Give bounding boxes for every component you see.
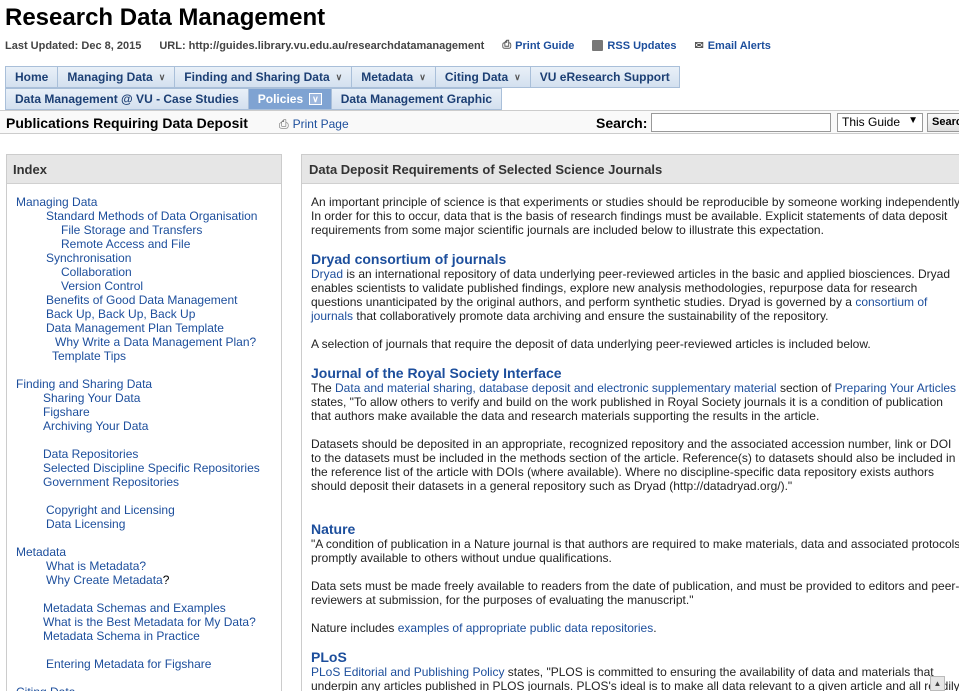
tab-data-management-vu-case-studies[interactable]: Data Management @ VU - Case Studies <box>5 88 248 110</box>
index-link[interactable]: Template Tips <box>52 349 126 363</box>
plos-heading: PLoS <box>311 649 347 665</box>
chevron-down-icon: ∨ <box>419 71 426 82</box>
guide-url: URL: http://guides.library.vu.edu.au/res… <box>159 39 485 52</box>
index-link[interactable]: File Storage and Transfers <box>61 223 202 237</box>
tab-row-1: Home Managing Data ∨ Finding and Sharing Da… <box>5 66 680 88</box>
tab-data-management-graphic[interactable]: Data Management Graphic <box>330 88 503 110</box>
index-link[interactable]: Collaboration <box>61 265 132 279</box>
dryad-link[interactable]: Dryad <box>311 267 343 281</box>
tab-managing-data[interactable]: Managing Data ∨ <box>57 66 175 88</box>
chevron-down-icon: ∨ <box>158 71 166 82</box>
search-label: Search: <box>596 115 648 131</box>
guide-title: Research Data Management <box>5 4 326 31</box>
nature-paragraph-2: Data sets must be made freely available … <box>311 579 959 607</box>
chevron-down-icon: ∨ <box>514 71 521 82</box>
index-link[interactable]: Data Repositories <box>43 447 138 461</box>
envelope-icon: ✉ <box>694 40 704 52</box>
data-sharing-link[interactable]: Data and material sharing, database depo… <box>335 381 777 395</box>
index-panel: Index Managing Data Standard Methods of D… <box>6 154 282 691</box>
tab-home[interactable]: Home <box>5 66 58 88</box>
index-link[interactable]: Entering Metadata for Figshare <box>46 657 211 671</box>
nature-paragraph: "A condition of publication in a Nature … <box>311 537 959 565</box>
chevron-down-icon: ∨ <box>309 93 322 105</box>
index-link[interactable]: Synchronisation <box>46 251 131 265</box>
index-link[interactable]: Why Create Metadata? <box>46 573 169 587</box>
index-link[interactable]: Figshare <box>43 405 90 419</box>
search-input[interactable] <box>651 113 831 132</box>
index-link[interactable]: Selected Discipline Specific Repositorie… <box>43 461 260 475</box>
scroll-up-button[interactable]: ▲ <box>930 676 945 691</box>
index-link[interactable]: Metadata Schemas and Examples <box>43 601 226 615</box>
print-page-link[interactable]: ⎙ Print Page <box>279 117 349 132</box>
index-title: Index <box>7 155 281 184</box>
index-link[interactable]: Finding and Sharing Data <box>16 377 152 391</box>
tab-policies[interactable]: Policies ∨ <box>247 88 331 110</box>
content-body: An important principle of science is tha… <box>311 195 959 691</box>
index-link[interactable]: What is the Best Metadata for My Data? <box>43 615 256 629</box>
index-link[interactable]: Data Management Plan Template <box>46 321 224 335</box>
tab-citing-data[interactable]: Citing Data ∨ <box>434 66 530 88</box>
nature-paragraph-3: Nature includes examples of appropriate … <box>311 621 657 635</box>
content-title: Data Deposit Requirements of Selected Sc… <box>302 155 959 184</box>
page-toolbar: Publications Requiring Data Deposit ⎙ Pri… <box>0 110 959 134</box>
tab-finding-and-sharing-data[interactable]: Finding and Sharing Data ∨ <box>174 66 352 88</box>
index-link[interactable]: Data Licensing <box>46 517 125 531</box>
content-panel: Data Deposit Requirements of Selected Sc… <box>301 154 959 691</box>
index-link[interactable]: Benefits of Good Data Management <box>46 293 237 307</box>
dryad-heading: Dryad consortium of journals <box>311 251 507 267</box>
page-title: Publications Requiring Data Deposit <box>6 115 248 131</box>
print-guide-link[interactable]: ⎙ Print Guide <box>502 39 574 52</box>
index-link[interactable]: Government Repositories <box>43 475 179 489</box>
printer-icon: ⎙ <box>279 117 289 131</box>
tab-vu-eresearch-support[interactable]: VU eResearch Support <box>529 66 680 88</box>
index-link[interactable]: Version Control <box>61 279 143 293</box>
last-updated: Last Updated: Dec 8, 2015 <box>5 39 142 52</box>
printer-icon: ⎙ <box>502 39 512 51</box>
index-link[interactable]: Metadata <box>16 545 66 559</box>
search-button[interactable]: Search <box>927 113 959 132</box>
index-link[interactable]: Why Write a Data Management Plan? <box>55 335 256 349</box>
nature-heading: Nature <box>311 521 356 537</box>
royal-society-paragraph: The Data and material sharing, database … <box>311 381 957 423</box>
search-scope-select[interactable]: This Guide ▼ <box>837 113 923 132</box>
royal-society-paragraph-2: Datasets should be deposited in an appro… <box>311 437 956 493</box>
plos-policy-link[interactable]: PLoS Editorial and Publishing Policy <box>311 665 504 679</box>
index-link[interactable]: Managing Data <box>16 195 97 209</box>
index-link[interactable]: Sharing Your Data <box>43 391 140 405</box>
rss-updates-link[interactable]: RSS Updates <box>592 40 677 52</box>
intro-paragraph: An important principle of science is tha… <box>311 195 959 237</box>
email-alerts-link[interactable]: ✉ Email Alerts <box>694 39 771 53</box>
tab-row-2: Data Management @ VU - Case Studies Polic… <box>5 88 503 110</box>
index-link[interactable]: Remote Access and File <box>61 237 190 251</box>
tab-metadata[interactable]: Metadata ∨ <box>351 66 435 88</box>
index-link[interactable]: Copyright and Licensing <box>46 503 175 517</box>
index-link[interactable]: Standard Methods of Data Organisation <box>46 209 257 223</box>
dryad-paragraph-2: A selection of journals that require the… <box>311 337 871 351</box>
nature-repositories-link[interactable]: examples of appropriate public data repo… <box>398 621 653 635</box>
index-link[interactable]: Metadata Schema in Practice <box>43 629 200 643</box>
index-link[interactable]: Back Up, Back Up, Back Up <box>46 307 195 321</box>
index-link[interactable]: Archiving Your Data <box>43 419 148 433</box>
dropdown-arrow-icon: ▼ <box>908 115 918 126</box>
plos-paragraph: PLoS Editorial and Publishing Policy sta… <box>311 665 959 691</box>
arrow-up-icon: ▲ <box>933 679 942 688</box>
rss-icon <box>592 40 604 51</box>
royal-society-heading: Journal of the Royal Society Interface <box>311 365 562 381</box>
index-link[interactable]: What is Metadata? <box>46 559 146 573</box>
dryad-paragraph: Dryad is an international repository of … <box>311 267 951 323</box>
preparing-articles-link[interactable]: Preparing Your Articles <box>835 381 956 395</box>
chevron-down-icon: ∨ <box>335 71 343 82</box>
index-link[interactable]: Citing Data <box>16 685 75 691</box>
guide-meta: Last Updated: Dec 8, 2015 URL: http://gu… <box>5 39 771 52</box>
